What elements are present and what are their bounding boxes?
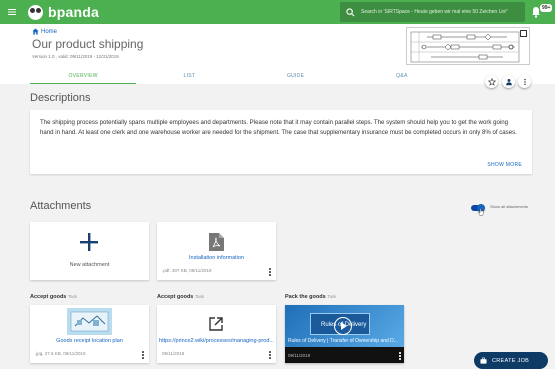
- descriptions-heading: Descriptions: [30, 92, 91, 104]
- tab-bar: OVERVIEW LIST GUIDE Q&A: [30, 70, 455, 84]
- attachments-heading: Attachments: [30, 200, 92, 212]
- attachment-title[interactable]: https://prince2.wiki/processes/managing-…: [157, 338, 276, 344]
- attachment-meta: 09/11/2019: [162, 351, 185, 356]
- top-app-bar: bpanda 99+: [0, 0, 555, 24]
- task-name: Accept goods: [157, 294, 194, 300]
- search-icon: [346, 7, 355, 16]
- home-icon: [32, 28, 39, 35]
- search-bar[interactable]: [340, 2, 525, 22]
- breadcrumb-home-link[interactable]: Home: [41, 29, 57, 35]
- video-date: 09/11/2019: [288, 353, 311, 358]
- attachment-title[interactable]: Goods receipt location plan: [30, 338, 149, 344]
- attachment-menu-icon[interactable]: [269, 268, 271, 276]
- more-options-button[interactable]: [518, 75, 531, 88]
- create-job-button[interactable]: CREATE JOB: [474, 352, 548, 369]
- attachment-title[interactable]: Installation information: [157, 255, 276, 261]
- tab-qa[interactable]: Q&A: [349, 70, 455, 84]
- create-job-label: CREATE JOB: [492, 357, 530, 364]
- task-name: Pack the goods: [285, 294, 326, 300]
- app-logo[interactable]: bpanda: [28, 4, 99, 20]
- app-name: bpanda: [48, 4, 99, 20]
- task-tag: Task: [194, 294, 205, 299]
- new-attachment-label: New attachment: [69, 262, 110, 268]
- expand-diagram-icon[interactable]: [520, 30, 527, 37]
- task-tag: Task: [327, 294, 337, 299]
- assignees-button[interactable]: [502, 75, 515, 88]
- task-name: Accept goods: [30, 294, 67, 300]
- task-group-label: Accept goods Task: [157, 294, 204, 300]
- attachment-card-receipt-plan[interactable]: Goods receipt location plan .jpg, 27.6 K…: [30, 305, 149, 363]
- tab-overview[interactable]: OVERVIEW: [30, 70, 137, 84]
- task-group-label: Pack the goods Task: [285, 294, 336, 300]
- attachment-card-installation[interactable]: Installation information .pdf, 307 KB, 0…: [157, 222, 276, 280]
- tab-guide[interactable]: GUIDE: [243, 70, 349, 84]
- location-plan-image: [67, 308, 112, 335]
- process-header: Home Our product shipping Version 1.0 , …: [0, 24, 555, 88]
- open-link-icon: [209, 317, 223, 331]
- page-title: Our product shipping: [32, 37, 144, 51]
- plus-icon: [80, 233, 98, 251]
- task-tag: Task: [67, 294, 78, 299]
- attachment-card-video[interactable]: Rules of Delivery Rules of Delivery | Tr…: [285, 305, 404, 363]
- attachment-menu-icon[interactable]: [399, 352, 401, 360]
- mouse-pointer-icon: [478, 208, 484, 216]
- notification-count-badge: 99+: [540, 4, 553, 12]
- process-diagram-preview: [410, 31, 520, 63]
- panda-logo-icon: [28, 4, 43, 20]
- favorite-button[interactable]: [485, 75, 498, 88]
- menu-icon[interactable]: [0, 0, 24, 24]
- version-info: Version 1.0 , valid: 09/11/2019 - 12/31/…: [32, 54, 119, 59]
- play-icon[interactable]: [334, 317, 352, 335]
- attachment-meta: .jpg, 27.6 KB, 09/11/2019: [35, 351, 86, 356]
- pdf-file-icon: [209, 233, 224, 251]
- new-attachment-card[interactable]: New attachment: [30, 222, 149, 280]
- task-group-label: Accept goods Task: [30, 294, 77, 300]
- more-vert-icon: [523, 78, 526, 85]
- description-card: The shipping process potentially spans m…: [30, 110, 532, 174]
- search-input[interactable]: [361, 9, 521, 15]
- tab-list[interactable]: LIST: [136, 70, 242, 84]
- show-all-attachments-label: Show all attachments: [490, 204, 529, 209]
- people-icon: [505, 78, 512, 85]
- process-diagram-thumbnail[interactable]: [406, 27, 530, 65]
- breadcrumb[interactable]: Home: [32, 28, 57, 35]
- attachment-meta: .pdf, 307 KB, 09/11/2019: [162, 268, 212, 273]
- description-text: The shipping process potentially spans m…: [40, 119, 517, 136]
- briefcase-icon: [480, 357, 487, 364]
- attachment-menu-icon[interactable]: [142, 351, 144, 359]
- video-title[interactable]: Rules of Delivery | Transfer of Ownershi…: [288, 338, 398, 344]
- star-icon: [487, 77, 496, 86]
- attachment-menu-icon[interactable]: [269, 351, 271, 359]
- show-more-button[interactable]: SHOW MORE: [487, 162, 522, 168]
- attachment-card-link[interactable]: https://prince2.wiki/processes/managing-…: [157, 305, 276, 363]
